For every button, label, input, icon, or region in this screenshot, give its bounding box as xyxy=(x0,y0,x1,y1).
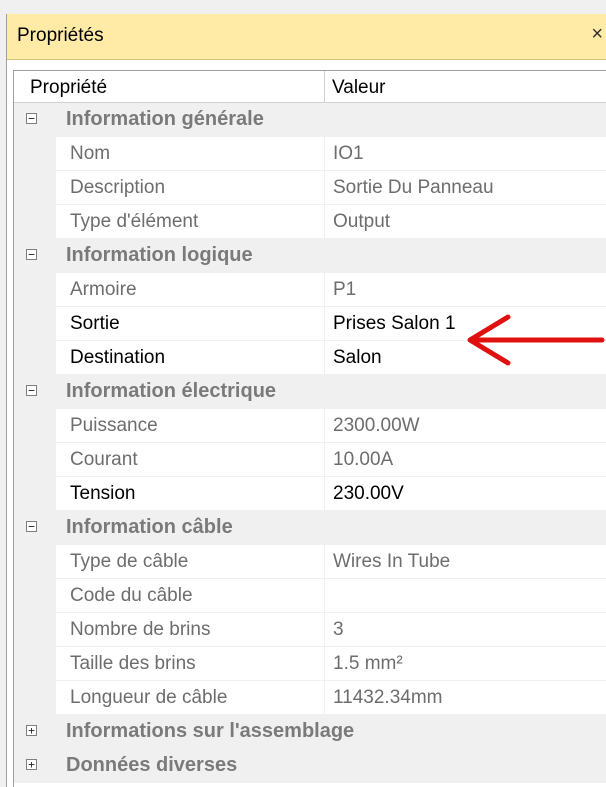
property-name[interactable]: Nom xyxy=(56,137,324,171)
property-row[interactable]: Tension 230.00V xyxy=(14,477,606,511)
property-row[interactable]: Courant 10.00A xyxy=(14,443,606,477)
category-row[interactable]: − Information électrique xyxy=(14,375,606,409)
properties-panel: Propriétés × Propriété Valeur − Informati… xyxy=(6,14,606,787)
row-gutter xyxy=(14,613,56,647)
category-row[interactable]: + Informations sur l'assemblage xyxy=(14,715,606,749)
property-row[interactable]: Code du câble xyxy=(14,579,606,613)
property-value[interactable]: 1.5 mm² xyxy=(325,647,606,681)
panel-title: Propriétés xyxy=(17,25,104,46)
row-gutter xyxy=(14,681,56,715)
row-gutter xyxy=(14,307,56,341)
property-name[interactable]: Type d'élément xyxy=(56,205,324,239)
row-gutter xyxy=(14,341,56,375)
header-value[interactable]: Valeur xyxy=(332,77,386,99)
property-name[interactable]: Courant xyxy=(56,443,324,477)
category-label: Information câble xyxy=(66,516,233,538)
expand-icon[interactable]: + xyxy=(26,725,37,736)
collapse-icon[interactable]: − xyxy=(26,249,37,260)
property-row[interactable]: Description Sortie Du Panneau xyxy=(14,171,606,205)
collapse-icon[interactable]: − xyxy=(26,113,37,124)
property-name[interactable]: Type de câble xyxy=(56,545,324,579)
grid-header: Propriété Valeur xyxy=(14,71,606,103)
property-row[interactable]: Nombre de brins 3 xyxy=(14,613,606,647)
category-row[interactable]: − Information câble xyxy=(14,511,606,545)
row-gutter xyxy=(14,409,56,443)
property-row[interactable]: Puissance 2300.00W xyxy=(14,409,606,443)
property-value[interactable]: IO1 xyxy=(325,137,606,171)
property-value[interactable] xyxy=(325,579,606,613)
row-gutter xyxy=(14,647,56,681)
row-gutter xyxy=(14,579,56,613)
property-value[interactable]: 230.00V xyxy=(325,477,606,511)
row-gutter xyxy=(14,137,56,171)
panel-titlebar[interactable]: Propriétés × xyxy=(7,14,606,60)
category-row[interactable]: − Information générale xyxy=(14,103,606,137)
category-label: Données diverses xyxy=(66,754,238,776)
property-name[interactable]: Sortie xyxy=(56,307,324,341)
property-name[interactable]: Destination xyxy=(56,341,324,375)
category-row[interactable]: − Information logique xyxy=(14,239,606,273)
property-value[interactable]: Sortie Du Panneau xyxy=(325,171,606,205)
property-row[interactable]: Longueur de câble 11432.34mm xyxy=(14,681,606,715)
property-value[interactable]: P1 xyxy=(325,273,606,307)
property-grid: Propriété Valeur − Information générale No… xyxy=(13,70,606,787)
property-row[interactable]: Nom IO1 xyxy=(14,137,606,171)
grid-rows: − Information générale Nom IO1 Description So… xyxy=(14,103,606,783)
collapse-icon[interactable]: − xyxy=(26,385,37,396)
property-value[interactable]: Wires In Tube xyxy=(325,545,606,579)
property-name[interactable]: Code du câble xyxy=(56,579,324,613)
property-name[interactable]: Armoire xyxy=(56,273,324,307)
property-row[interactable]: Taille des brins 1.5 mm² xyxy=(14,647,606,681)
row-gutter xyxy=(14,273,56,307)
property-name[interactable]: Longueur de câble xyxy=(56,681,324,715)
row-gutter xyxy=(14,477,56,511)
property-name[interactable]: Nombre de brins xyxy=(56,613,324,647)
category-label: Information électrique xyxy=(66,380,277,402)
row-gutter xyxy=(14,171,56,205)
category-row[interactable]: + Données diverses xyxy=(14,749,606,783)
property-row[interactable]: Type de câble Wires In Tube xyxy=(14,545,606,579)
annotation-arrow xyxy=(467,314,605,366)
collapse-icon[interactable]: − xyxy=(26,521,37,532)
close-icon[interactable]: × xyxy=(591,23,603,46)
property-value[interactable]: Output xyxy=(325,205,606,239)
property-value[interactable]: 2300.00W xyxy=(325,409,606,443)
property-name[interactable]: Tension xyxy=(56,477,324,511)
property-name[interactable]: Taille des brins xyxy=(56,647,324,681)
property-value[interactable]: 10.00A xyxy=(325,443,606,477)
header-column-divider[interactable] xyxy=(324,71,325,103)
row-gutter xyxy=(14,205,56,239)
expand-icon[interactable]: + xyxy=(26,759,37,770)
row-gutter xyxy=(14,545,56,579)
header-property[interactable]: Propriété xyxy=(30,77,107,99)
property-value[interactable]: 11432.34mm xyxy=(325,681,606,715)
property-value[interactable]: 3 xyxy=(325,613,606,647)
category-label: Informations sur l'assemblage xyxy=(66,720,355,742)
property-name[interactable]: Description xyxy=(56,171,324,205)
property-name[interactable]: Puissance xyxy=(56,409,324,443)
row-gutter xyxy=(14,443,56,477)
category-label: Information logique xyxy=(66,244,253,266)
property-row[interactable]: Armoire P1 xyxy=(14,273,606,307)
property-row[interactable]: Type d'élément Output xyxy=(14,205,606,239)
category-label: Information générale xyxy=(66,108,264,130)
